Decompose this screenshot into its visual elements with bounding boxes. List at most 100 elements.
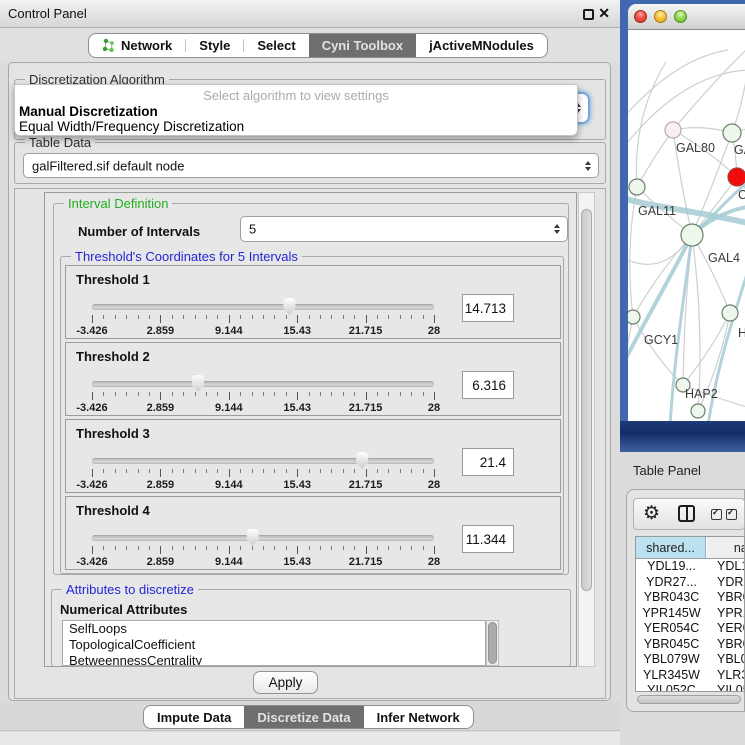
table-row[interactable]: YIL052CYIL052C <box>636 683 745 692</box>
table-header-row: shared... name <box>636 537 745 559</box>
tab-cyni-toolbox[interactable]: Cyni Toolbox <box>309 34 416 57</box>
network-node[interactable] <box>722 305 738 321</box>
table-cell[interactable]: YIL052C <box>707 683 745 692</box>
slider-track[interactable] <box>92 458 434 464</box>
slider-handle[interactable] <box>355 452 370 469</box>
table-row[interactable]: YBR045CYBR045C <box>636 637 745 653</box>
slider-track[interactable] <box>92 304 434 310</box>
attributes-scrollbar[interactable] <box>486 620 499 666</box>
tab-style[interactable]: Style <box>186 34 243 57</box>
network-node[interactable] <box>629 179 645 195</box>
network-node[interactable] <box>628 310 640 324</box>
table-row[interactable]: YPR145WYPR145W <box>636 606 745 622</box>
table-row[interactable]: YLR345WYLR345W <box>636 668 745 684</box>
scrollbar-thumb[interactable] <box>581 209 592 591</box>
table-cell[interactable]: YDR27... <box>636 575 707 591</box>
slider-track[interactable] <box>92 535 434 541</box>
threshold-value-field[interactable] <box>462 294 514 322</box>
tab-select[interactable]: Select <box>244 34 308 57</box>
table-cell[interactable]: YDL19... <box>636 559 707 575</box>
network-node[interactable] <box>728 168 745 186</box>
table-cell[interactable]: YIL052C <box>636 683 707 692</box>
table-cell[interactable]: YBL079W <box>707 652 745 668</box>
table-cell[interactable]: YER054C <box>707 621 745 637</box>
zoom-traffic-light-icon[interactable] <box>674 10 687 23</box>
main-scrollbar[interactable] <box>578 192 595 667</box>
threshold-slider[interactable]: -3.4262.8599.14415.4321.71528 <box>92 458 434 464</box>
table-row[interactable]: YER054CYER054C <box>636 621 745 637</box>
gear-icon[interactable]: ⚙ <box>643 502 660 526</box>
table-cell[interactable]: YER054C <box>636 621 707 637</box>
close-icon[interactable]: ✕ <box>598 5 610 22</box>
close-traffic-light-icon[interactable] <box>634 10 647 23</box>
network-node[interactable] <box>681 224 703 246</box>
network-edge[interactable] <box>683 235 692 385</box>
network-node[interactable] <box>665 122 681 138</box>
scrollbar-thumb[interactable] <box>488 622 497 664</box>
attribute-item[interactable]: BetweennessCentrality <box>63 653 485 666</box>
tab-network[interactable]: Network <box>89 34 185 57</box>
minimize-traffic-light-icon[interactable] <box>654 10 667 23</box>
tick-mark <box>217 315 218 319</box>
tab-impute-data[interactable]: Impute Data <box>144 706 244 728</box>
slider-handle[interactable] <box>245 529 260 546</box>
tab-jactivemnodules[interactable]: jActiveMNodules <box>416 34 547 57</box>
table-row[interactable]: YBR043CYBR043C <box>636 590 745 606</box>
threshold-slider[interactable]: -3.4262.8599.14415.4321.71528 <box>92 304 434 310</box>
network-canvas[interactable]: GAL80GACGAL11GAL4GCY1HHAP2 <box>628 30 745 421</box>
threshold-value-field[interactable] <box>462 448 514 476</box>
attribute-item[interactable]: TopologicalCoefficient <box>63 637 485 653</box>
table-cell[interactable]: YDL19... <box>707 559 745 575</box>
network-edge[interactable] <box>630 187 637 317</box>
table-cell[interactable]: YLR345W <box>707 668 745 684</box>
apply-button[interactable]: Apply <box>253 671 318 694</box>
float-window-icon[interactable] <box>583 9 594 20</box>
threshold-value-field[interactable] <box>462 371 514 399</box>
table-row[interactable]: YDL19...YDL19... <box>636 559 745 575</box>
column-header-name[interactable]: name <box>707 537 745 558</box>
columns-icon[interactable] <box>678 505 695 522</box>
checkbox-icon[interactable]: ✓ <box>711 509 722 520</box>
column-header-shared-name[interactable]: shared... <box>636 537 706 558</box>
network-edge[interactable] <box>637 130 673 187</box>
table-cell[interactable]: YBL079W <box>636 652 707 668</box>
dropdown-option-manual[interactable]: Manual Discretization <box>15 104 577 119</box>
table-cell[interactable]: YBR045C <box>707 637 745 653</box>
table-row[interactable]: YBL079WYBL079W <box>636 652 745 668</box>
table-cell[interactable]: YPR145W <box>707 606 745 622</box>
table-cell[interactable]: YPR145W <box>636 606 707 622</box>
attribute-item[interactable]: SelfLoops <box>63 621 485 637</box>
tick-label: 9.144 <box>215 402 243 414</box>
table-hscrollbar[interactable] <box>637 694 741 705</box>
table-row[interactable]: YDR27...YDR27... <box>636 575 745 591</box>
threshold-value-field[interactable] <box>462 525 514 553</box>
table-cell[interactable]: YBR043C <box>707 590 745 606</box>
threshold-slider[interactable]: -3.4262.8599.14415.4321.71528 <box>92 535 434 541</box>
scrollbar-thumb[interactable] <box>637 695 741 704</box>
table-cell[interactable]: YLR345W <box>636 668 707 684</box>
table-data-combobox[interactable]: galFiltered.sif default node <box>23 153 599 178</box>
checkbox-icon[interactable]: ✓ <box>726 509 737 520</box>
algorithm-dropdown-popup: Select algorithm to view settings Manual… <box>14 84 578 136</box>
slider-handle[interactable] <box>191 375 206 392</box>
network-edge[interactable] <box>692 235 700 411</box>
network-edge[interactable] <box>732 66 745 133</box>
tick-mark <box>115 315 116 319</box>
dropdown-option-equal-width[interactable]: Equal Width/Frequency Discretization <box>15 119 577 134</box>
table-cell[interactable]: YBR045C <box>636 637 707 653</box>
slider-track[interactable] <box>92 381 434 387</box>
network-node[interactable] <box>691 404 705 418</box>
slider-handle[interactable] <box>282 298 297 315</box>
tick-mark <box>411 315 412 319</box>
network-edge[interactable] <box>673 46 745 130</box>
threshold-slider[interactable]: -3.4262.8599.14415.4321.71528 <box>92 381 434 387</box>
network-window-titlebar[interactable] <box>628 4 745 30</box>
group-title: Attributes to discretize <box>62 582 198 597</box>
num-intervals-combobox[interactable]: 5 <box>240 216 568 242</box>
table-cell[interactable]: YBR043C <box>636 590 707 606</box>
network-edge[interactable] <box>692 235 730 313</box>
table-cell[interactable]: YDR27... <box>707 575 745 591</box>
network-node[interactable] <box>723 124 741 142</box>
tab-infer-network[interactable]: Infer Network <box>364 706 473 728</box>
tab-discretize-data[interactable]: Discretize Data <box>244 706 363 728</box>
